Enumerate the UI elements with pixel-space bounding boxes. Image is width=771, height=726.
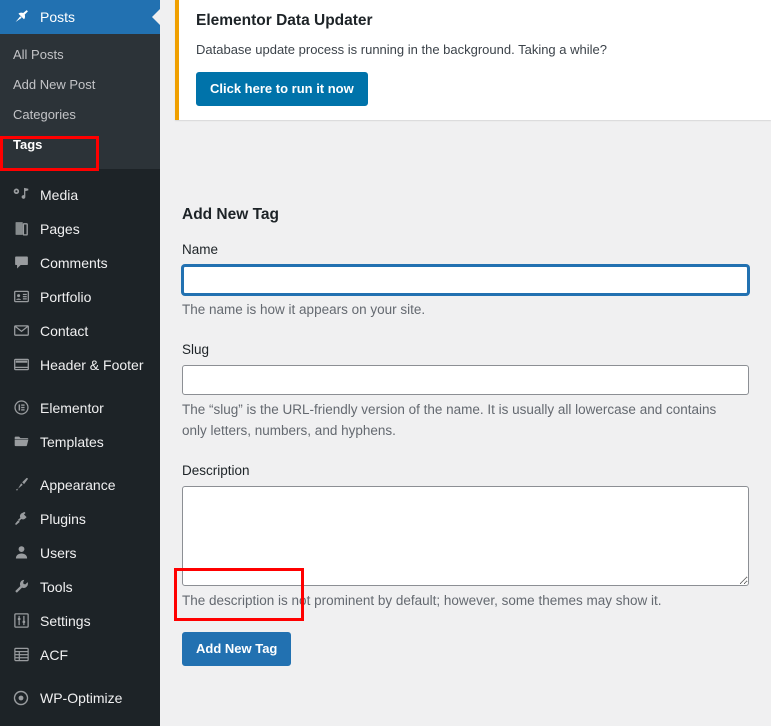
comment-icon <box>11 253 31 273</box>
sidebar-item-header-footer[interactable]: Header & Footer <box>0 348 160 382</box>
slug-label: Slug <box>182 341 771 365</box>
sidebar-subitem-all-posts[interactable]: All Posts <box>0 40 160 70</box>
sidebar-item-label: Contact <box>40 324 88 338</box>
header-footer-icon <box>11 355 31 375</box>
paintbrush-icon <box>11 475 31 495</box>
slug-field-group: Slug <box>182 341 771 395</box>
name-field-group: Name <box>182 241 771 295</box>
menu-separator <box>0 382 160 391</box>
sliders-icon <box>11 611 31 631</box>
sidebar-subitem-categories[interactable]: Categories <box>0 100 160 130</box>
name-input[interactable] <box>182 265 749 295</box>
user-icon <box>11 543 31 563</box>
description-label: Description <box>182 462 771 486</box>
sidebar-item-templates[interactable]: Templates <box>0 425 160 459</box>
active-menu-arrow-icon <box>152 9 160 25</box>
wrench-icon <box>11 577 31 597</box>
name-label: Name <box>182 241 771 265</box>
menu-separator <box>0 459 160 468</box>
elementor-data-updater-notice: Elementor Data Updater Database update p… <box>175 0 771 120</box>
pin-icon <box>11 7 31 27</box>
plug-icon <box>11 509 31 529</box>
menu-separator <box>0 672 160 681</box>
sidebar-item-label: Templates <box>40 435 104 449</box>
menu-separator <box>0 169 160 178</box>
acf-grid-icon <box>11 645 31 665</box>
sidebar-item-label: Plugins <box>40 512 86 526</box>
elementor-icon <box>11 398 31 418</box>
notice-wrapper: Elementor Data Updater Database update p… <box>160 0 771 120</box>
sidebar-item-media[interactable]: Media <box>0 178 160 212</box>
sidebar-item-acf[interactable]: ACF <box>0 638 160 672</box>
sidebar-item-label: Media <box>40 188 78 202</box>
sidebar-item-tools[interactable]: Tools <box>0 570 160 604</box>
slug-description: The “slug” is the URL-friendly version o… <box>182 400 727 442</box>
sidebar-item-plugins[interactable]: Plugins <box>0 502 160 536</box>
sidebar-item-label: Portfolio <box>40 290 91 304</box>
sidebar-item-settings[interactable]: Settings <box>0 604 160 638</box>
sidebar-item-contact[interactable]: Contact <box>0 314 160 348</box>
description-field-group: Description <box>182 462 771 586</box>
add-new-tag-button[interactable]: Add New Tag <box>182 632 291 666</box>
sidebar-subitem-add-new-post[interactable]: Add New Post <box>0 70 160 100</box>
name-description: The name is how it appears on your site. <box>182 300 727 321</box>
folder-icon <box>11 432 31 452</box>
add-new-tag-form: Add New Tag Name The name is how it appe… <box>160 120 771 666</box>
admin-sidebar-menu: Posts All Posts Add New Post Categories … <box>0 0 160 726</box>
description-help-text: The description is not prominent by defa… <box>182 591 727 612</box>
notice-message: Database update process is running in th… <box>196 40 759 60</box>
portfolio-icon <box>11 287 31 307</box>
sidebar-item-label: Settings <box>40 614 91 628</box>
sidebar-item-label: Users <box>40 546 77 560</box>
notice-title: Elementor Data Updater <box>196 10 759 34</box>
sidebar-item-label: Elementor <box>40 401 104 415</box>
sidebar-item-label: Pages <box>40 222 80 236</box>
sidebar-subitem-tags[interactable]: Tags <box>0 130 160 160</box>
sidebar-item-label: WP-Optimize <box>40 691 122 705</box>
slug-input[interactable] <box>182 365 749 395</box>
sidebar-item-label: Posts <box>40 10 75 24</box>
sidebar-item-appearance[interactable]: Appearance <box>0 468 160 502</box>
envelope-icon <box>11 321 31 341</box>
sidebar-item-label: Header & Footer <box>40 358 144 372</box>
sidebar-item-label: ACF <box>40 648 68 662</box>
sidebar-item-wp-optimize[interactable]: WP-Optimize <box>0 681 160 715</box>
sidebar-item-users[interactable]: Users <box>0 536 160 570</box>
page-title: Add New Tag <box>182 205 771 225</box>
media-icon <box>11 185 31 205</box>
wordpress-admin-screen: Posts All Posts Add New Post Categories … <box>0 0 771 726</box>
description-textarea[interactable] <box>182 486 749 586</box>
sidebar-item-posts[interactable]: Posts <box>0 0 160 34</box>
sidebar-item-comments[interactable]: Comments <box>0 246 160 280</box>
sidebar-item-label: Appearance <box>40 478 116 492</box>
posts-submenu: All Posts Add New Post Categories Tags <box>0 34 160 169</box>
sidebar-item-elementor[interactable]: Elementor <box>0 391 160 425</box>
sidebar-item-label: Comments <box>40 256 108 270</box>
submit-row: Add New Tag <box>182 632 771 666</box>
sidebar-item-label: Tools <box>40 580 73 594</box>
sidebar-item-portfolio[interactable]: Portfolio <box>0 280 160 314</box>
admin-content-area: Elementor Data Updater Database update p… <box>160 0 771 726</box>
pages-icon <box>11 219 31 239</box>
eye-circle-icon <box>11 688 31 708</box>
run-update-now-button[interactable]: Click here to run it now <box>196 72 368 106</box>
sidebar-item-pages[interactable]: Pages <box>0 212 160 246</box>
